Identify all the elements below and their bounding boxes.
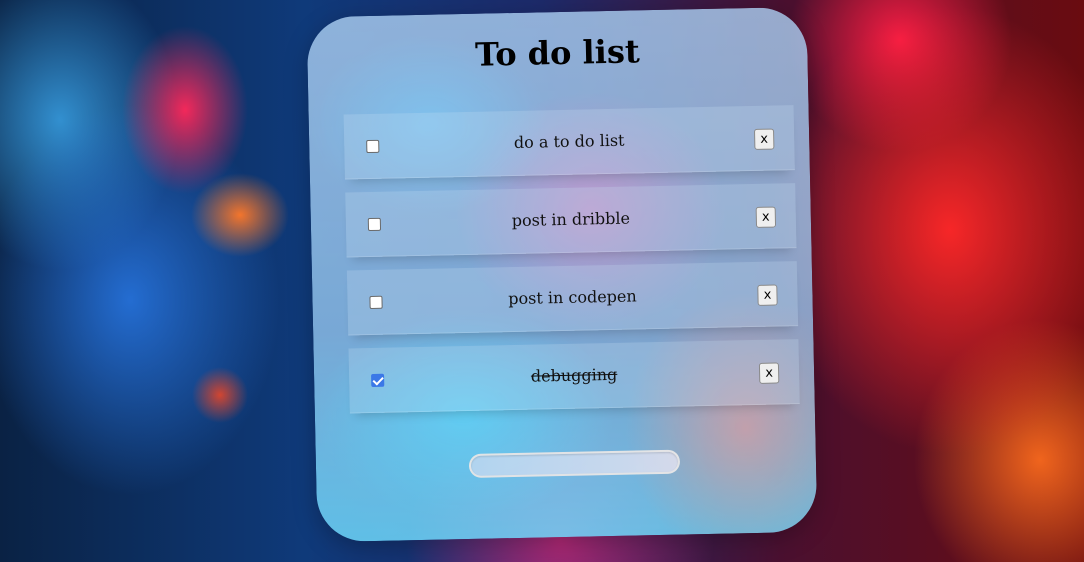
page-title: To do list	[474, 32, 641, 74]
todo-checkbox[interactable]	[366, 139, 380, 154]
delete-button[interactable]: x	[755, 206, 777, 228]
todo-text: do a to do list	[513, 130, 625, 152]
todo-checkbox[interactable]	[371, 373, 385, 388]
todo-item: debugging x	[348, 339, 800, 414]
new-todo-input[interactable]	[468, 449, 681, 478]
todo-text: debugging	[530, 364, 618, 386]
todo-checkbox[interactable]	[367, 217, 382, 232]
todo-item: post in codepen x	[346, 261, 799, 336]
todo-card: To do list do a to do list x post in dri…	[306, 6, 818, 543]
todo-item: do a to do list x	[343, 105, 795, 180]
delete-button[interactable]: x	[758, 362, 780, 384]
todo-list: do a to do list x post in dribble x post…	[343, 105, 800, 426]
todo-item: post in dribble x	[345, 183, 797, 258]
todo-text: post in codepen	[508, 286, 637, 309]
todo-checkbox[interactable]	[369, 295, 383, 310]
delete-button[interactable]: x	[757, 284, 778, 306]
todo-text: post in dribble	[511, 208, 631, 231]
delete-button[interactable]: x	[753, 128, 775, 150]
